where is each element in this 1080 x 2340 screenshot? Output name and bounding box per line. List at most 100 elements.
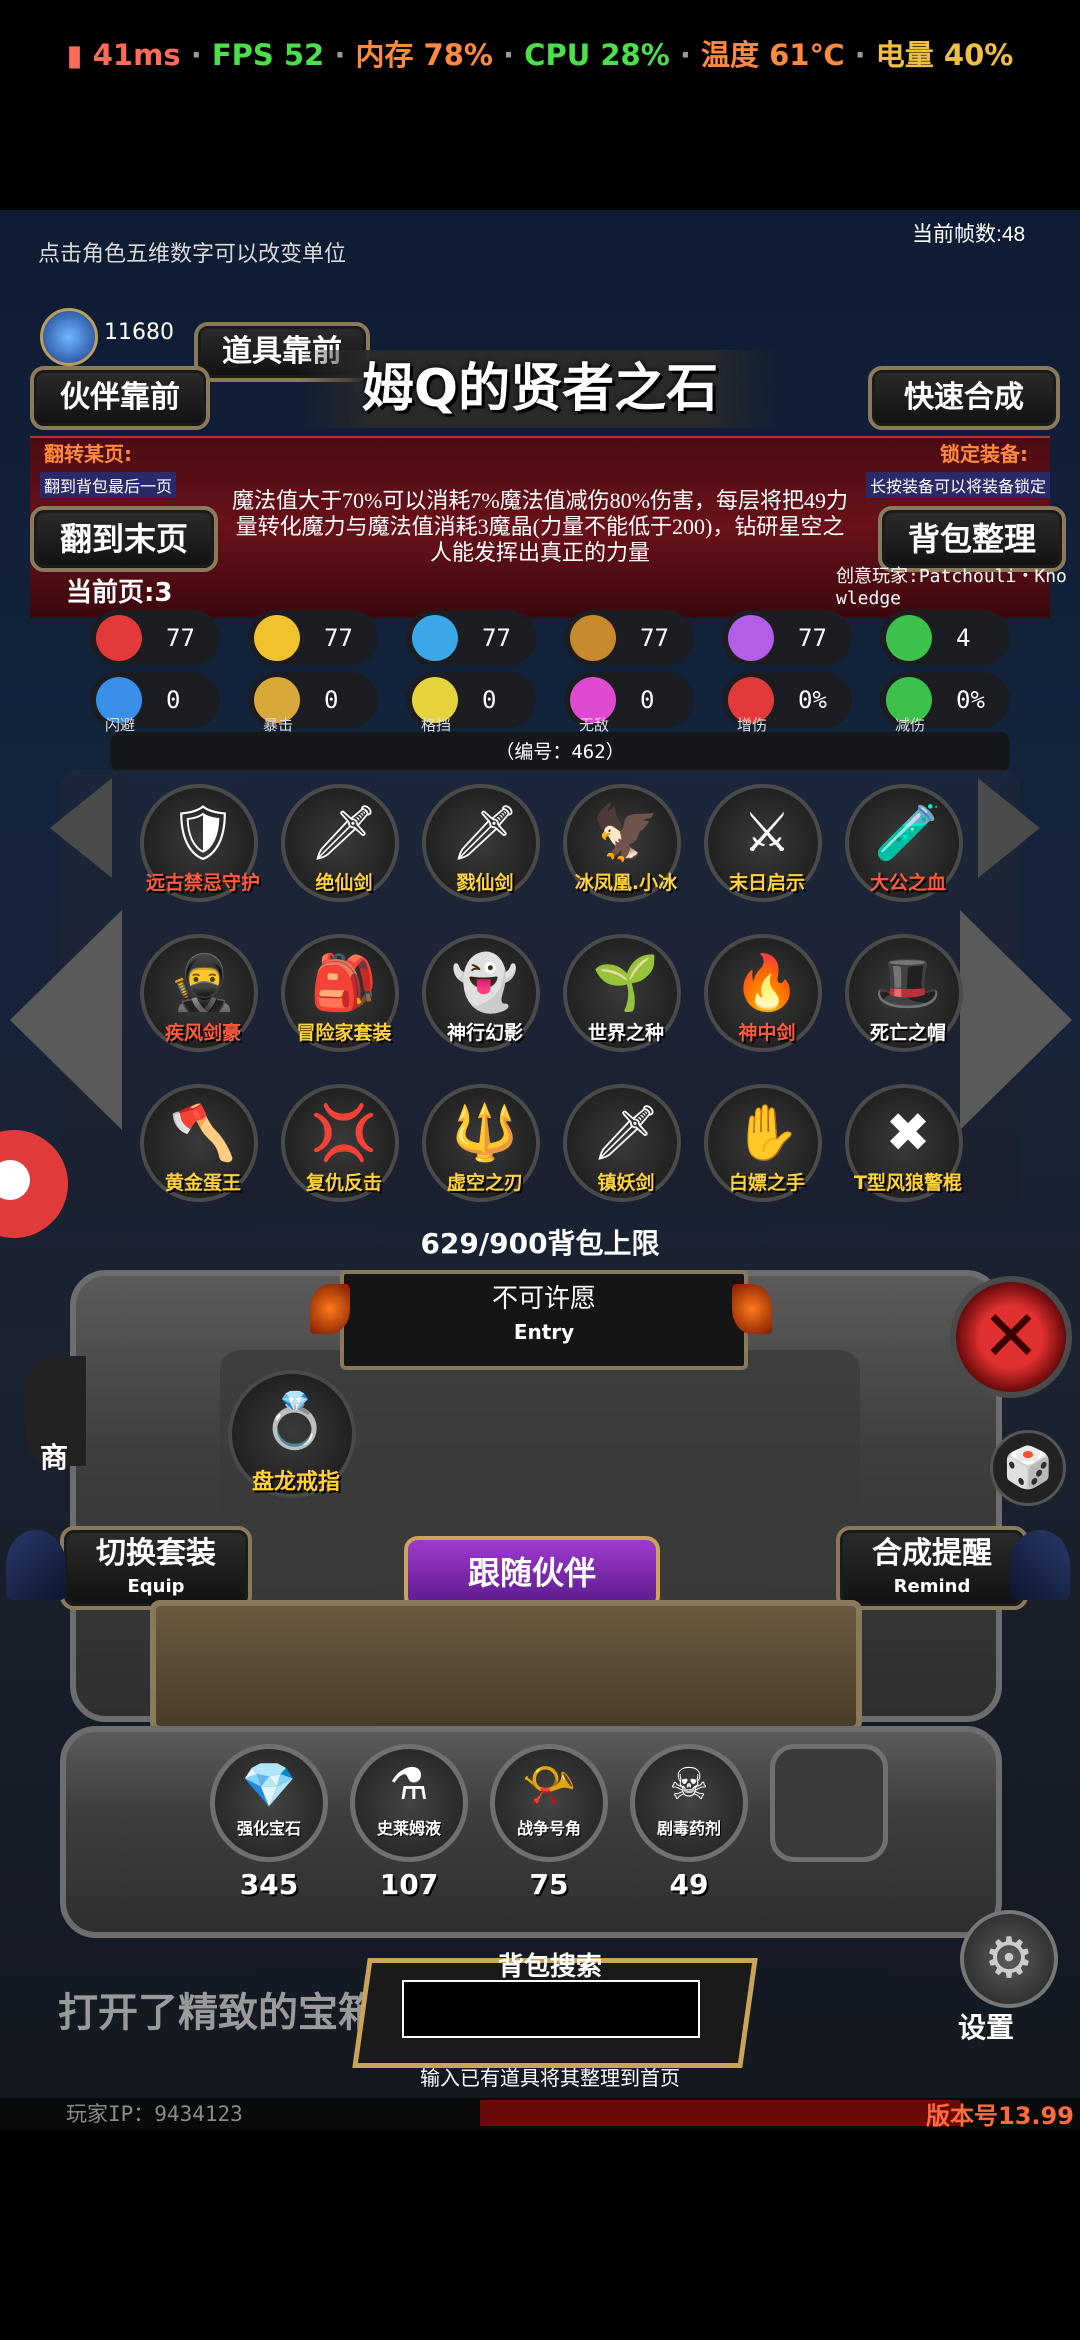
craft-remind-button[interactable]: 合成提醒 Remind — [836, 1526, 1028, 1610]
inventory-slot[interactable]: 🎒 冒险家套装 — [281, 934, 399, 1052]
inventory-slot[interactable]: 🔱 虚空之刃 — [422, 1084, 540, 1202]
partner-prev-button[interactable]: 伙伴靠前 — [30, 366, 210, 430]
sword-icon: 🗡 — [591, 1101, 661, 1164]
inventory-slot[interactable]: 🎩 死亡之帽 — [845, 934, 963, 1052]
inventory-slot[interactable]: 🔥 神中剑 — [704, 934, 822, 1052]
inventory-item-name: 神中剑 — [738, 1022, 796, 1044]
material-item[interactable]: ⚗ 史莱姆液 107 — [350, 1744, 468, 1901]
primary-stat[interactable]: 77 — [406, 610, 536, 666]
primary-stat[interactable]: 4 — [880, 610, 1010, 666]
inventory-item-name: 冒险家套装 — [296, 1022, 392, 1044]
secondary-stat[interactable]: 0 格挡 — [406, 672, 536, 734]
inventory-slot[interactable]: ⚔ 末日启示 — [704, 784, 822, 902]
cpu-value: CPU 28% — [524, 38, 670, 72]
inventory-slot[interactable]: 🦅 冰凤凰.小冰 — [563, 784, 681, 902]
guardian-icon: 🛡 — [168, 801, 238, 864]
inventory-slot[interactable]: 🗡 戮仙剑 — [422, 784, 540, 902]
phoenix-icon: 🦅 — [592, 801, 660, 864]
primary-stat[interactable]: 77 — [248, 610, 378, 666]
inventory-slot[interactable]: 🗡 镇妖剑 — [563, 1084, 681, 1202]
prev-page-arrow-small[interactable] — [50, 778, 112, 878]
clover-icon — [886, 615, 932, 661]
material-item[interactable]: ☠ 剧毒药剂 49 — [630, 1744, 748, 1901]
secondary-stat[interactable]: 0 闪避 — [90, 672, 220, 734]
bottom-letterbox — [0, 2130, 1080, 2340]
inventory-slot[interactable]: 🪓 黄金蛋王 — [140, 1084, 258, 1202]
inventory-item-name: 末日启示 — [728, 872, 805, 894]
inventory-slot[interactable]: 🗡 绝仙剑 — [281, 784, 399, 902]
inventory-item-name: 疾风剑豪 — [164, 1022, 241, 1044]
secondary-stat-value: 0% — [956, 686, 985, 714]
switch-set-button[interactable]: 切换套装 Equip — [60, 1526, 252, 1610]
axe-icon: ⚔ — [742, 801, 792, 864]
gear-icon[interactable]: ⚙ — [960, 1910, 1058, 2008]
equipped-ring-slot[interactable]: 💍 盘龙戒指 — [228, 1370, 356, 1498]
inventory-item-name: 大公之血 — [869, 872, 946, 894]
temperature-value: 温度 61℃ — [701, 38, 845, 72]
item-serial: （编号：462） — [110, 732, 1010, 772]
search-input[interactable] — [402, 1980, 700, 2038]
lock-equip-label: 锁定装备: — [940, 442, 1028, 466]
item-description: 魔法值大于70%可以消耗7%魔法值减伤80%伤害，每层将把49力量转化魔力与魔法… — [232, 488, 848, 565]
dice-icon[interactable]: 🎲 — [990, 1430, 1066, 1506]
empty-material-slot[interactable] — [770, 1744, 888, 1862]
secondary-stat[interactable]: 0% 增伤 — [722, 672, 852, 734]
secondary-stat[interactable]: 0% 减伤 — [880, 672, 1010, 734]
material-name: 战争号角 — [516, 1819, 581, 1838]
memory-value: 内存 78% — [355, 38, 493, 72]
material-item[interactable]: 📯 战争号角 75 — [490, 1744, 608, 1901]
next-page-arrow-small[interactable] — [978, 778, 1040, 878]
material-slot[interactable]: 💎 强化宝石 — [210, 1744, 328, 1862]
secondary-stat[interactable]: 0 暴击 — [248, 672, 378, 734]
secondary-stat-value: 0 — [640, 686, 655, 714]
inventory-slot[interactable]: ✖ T型风狼警棍 — [845, 1084, 963, 1202]
sword-icon: 🗡 — [450, 801, 520, 864]
inventory-grid: 🛡 远古禁忌守护 🗡 绝仙剑 🗡 戮仙剑 🦅 冰凤凰.小冰 ⚔ 末日启示 🧪 大公之血 🥷 疾风剑豪 🎒 冒险… — [140, 784, 970, 1204]
inventory-slot[interactable]: 👻 神行幻影 — [422, 934, 540, 1052]
primary-stat[interactable]: 77 — [722, 610, 852, 666]
inventory-slot[interactable]: ✋ 白嫖之手 — [704, 1084, 822, 1202]
close-icon[interactable]: ✕ — [950, 1276, 1072, 1398]
sort-bag-button[interactable]: 背包整理 — [878, 506, 1066, 572]
inventory-item-name: 镇妖剑 — [597, 1172, 655, 1194]
shop-tab-label: 商 — [40, 1441, 69, 1474]
ring-icon: 💍 — [261, 1389, 329, 1452]
settings-label[interactable]: 设置 — [958, 2006, 1014, 2046]
secondary-stat-value: 0% — [798, 686, 827, 714]
sword-icon — [570, 615, 616, 661]
material-slot[interactable]: ⚗ 史莱姆液 — [350, 1744, 468, 1862]
potion-icon: 🧪 — [874, 801, 942, 864]
version-label: 版本号13.99 — [926, 2102, 1074, 2130]
inventory-slot[interactable]: 🥷 疾风剑豪 — [140, 934, 258, 1052]
inventory-item-name: 白嫖之手 — [728, 1172, 805, 1194]
player-ip: 玩家IP：9434123 — [66, 2102, 243, 2126]
wish-label: 不可许愿 — [491, 1284, 596, 1314]
primary-stat[interactable]: 77 — [564, 610, 694, 666]
primary-stat[interactable]: 77 — [90, 610, 220, 666]
material-name: 强化宝石 — [236, 1819, 301, 1838]
seed-icon: 🌱 — [592, 951, 660, 1014]
footer-progress — [480, 2100, 960, 2126]
inventory-slot[interactable]: 🧪 大公之血 — [845, 784, 963, 902]
quick-craft-button[interactable]: 快速合成 — [868, 366, 1060, 430]
boot-icon — [412, 615, 458, 661]
void-blade-icon: 🔱 — [451, 1101, 519, 1164]
strength-icon — [254, 615, 300, 661]
helmet-right-icon — [1010, 1530, 1070, 1600]
follow-partner-button[interactable]: 跟随伙伴 — [404, 1536, 660, 1610]
partner-board — [150, 1600, 862, 1732]
inventory-slot[interactable]: 🌱 世界之种 — [563, 934, 681, 1052]
inventory-slot[interactable]: 💢 复仇反击 — [281, 1084, 399, 1202]
poison-icon: ☠ — [669, 1759, 709, 1810]
flip-to-last-button[interactable]: 翻到末页 — [30, 506, 218, 572]
material-slot[interactable]: ☠ 剧毒药剂 — [630, 1744, 748, 1862]
secondary-stat[interactable]: 0 无敌 — [564, 672, 694, 734]
material-slot[interactable]: 📯 战争号角 — [490, 1744, 608, 1862]
phantom-icon: 👻 — [451, 951, 519, 1014]
log-message: 打开了精致的宝箱 — [58, 1990, 378, 2036]
inventory-slot[interactable]: 🛡 远古禁忌守护 — [140, 784, 260, 902]
flip-page-label: 翻转某页: — [44, 442, 132, 466]
prev-page-arrow[interactable] — [10, 910, 122, 1130]
flip-page-subhint: 翻到背包最后一页 — [40, 472, 177, 498]
material-item[interactable]: 💎 强化宝石 345 — [210, 1744, 328, 1901]
